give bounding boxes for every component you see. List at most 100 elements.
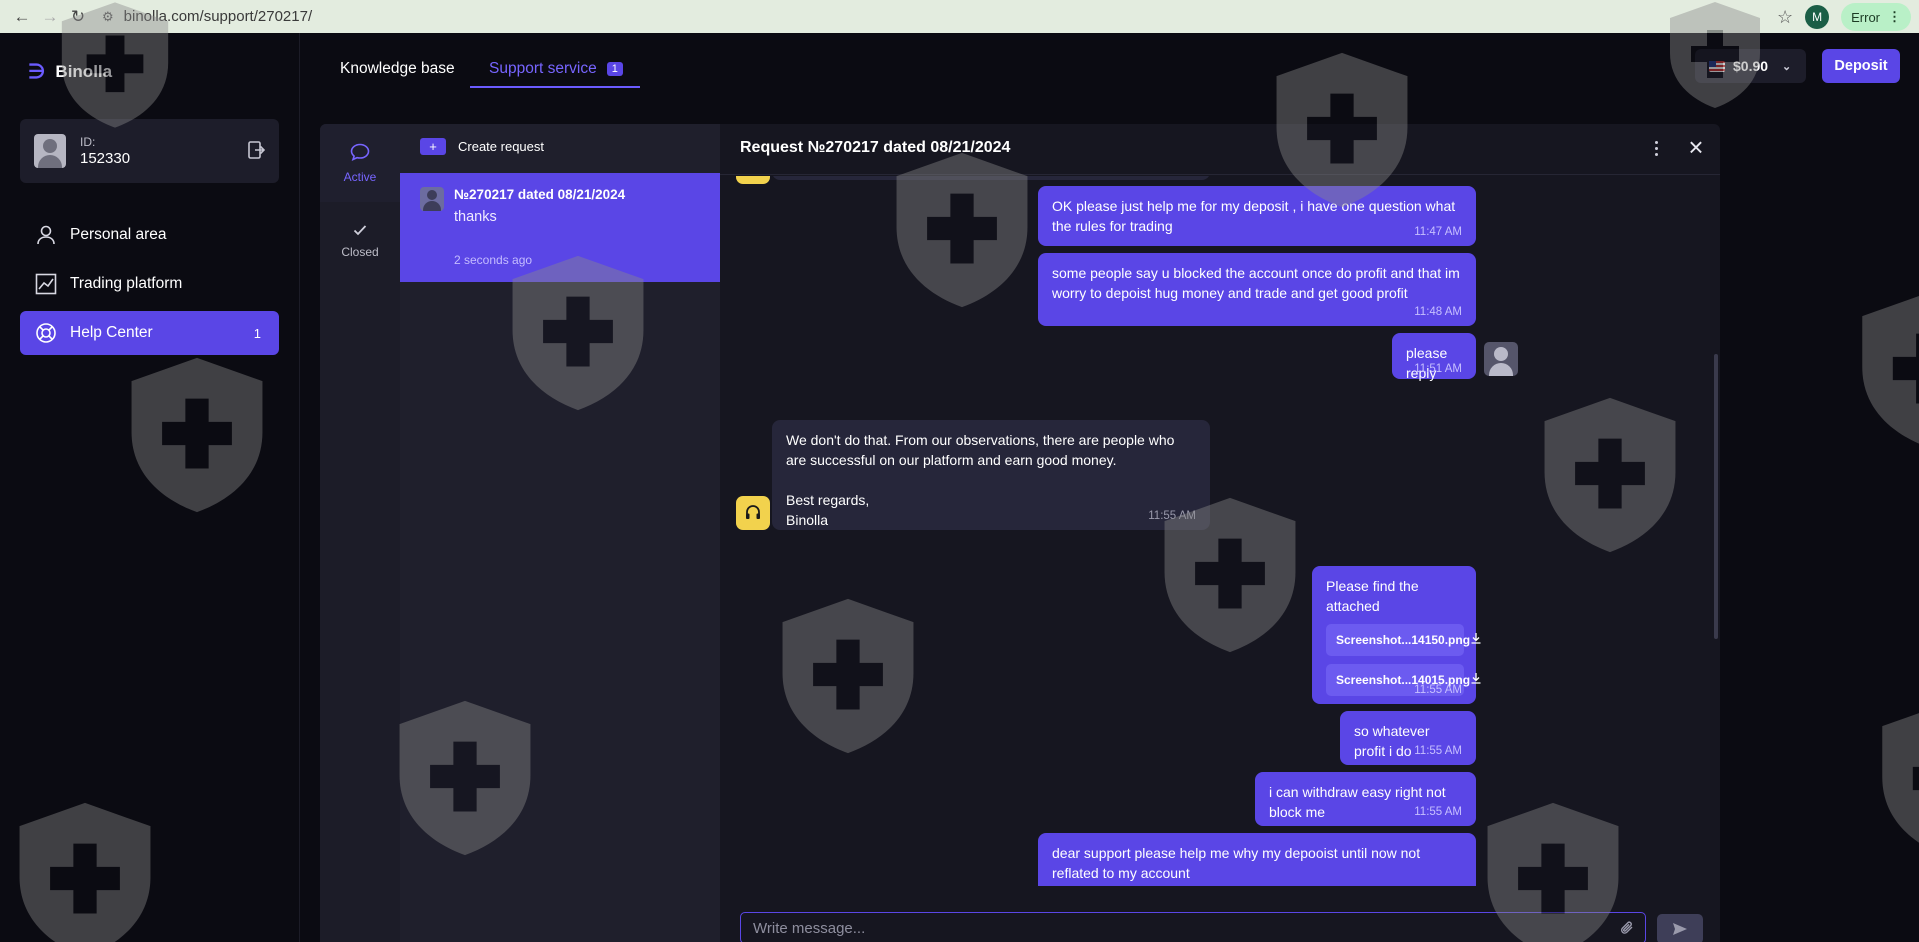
create-request-button[interactable]: + Create request [420,138,544,155]
headset-icon [746,505,760,519]
tab-label: Support service [489,60,597,77]
back-arrow-icon[interactable]: ← [8,3,36,31]
balance-dropdown[interactable]: $0.90 ⌄ [1695,49,1806,83]
message-bubble: some people say u blocked the account on… [1038,253,1476,326]
message-time: 11:48 AM [1414,306,1462,318]
more-options-icon[interactable] [1646,138,1666,158]
sidebar-item-label: Help Center [70,324,153,341]
binolla-logo-icon: ∋ [28,61,46,83]
request-last-message: thanks [454,209,497,225]
sidebar-item-label: Personal area [70,226,167,243]
message-bubble: please reply 11:51 AM [1392,333,1476,381]
top-nav: Knowledge base Support service 1 $0.90 ⌄… [300,33,1919,123]
browser-toolbar: ← → ↻ ⚙ binolla.com/support/270217/ ☆ M … [0,0,1919,33]
message-time: 11:55 AM [1414,684,1462,696]
attachment-name: Screenshot...14150.png [1336,633,1471,647]
message-text: OK please just help me for my deposit , … [1052,198,1456,234]
message-text: dear support please help me why my depoo… [1052,845,1421,881]
error-label: Error [1851,9,1880,25]
sidebar-item-help-center[interactable]: Help Center 1 [20,311,279,355]
us-flag-icon [1709,60,1725,72]
error-pill[interactable]: Error ⋮ [1841,3,1911,31]
create-request-label: Create request [458,139,544,154]
address-bar[interactable]: ⚙ binolla.com/support/270217/ [102,8,312,25]
watermark-shield-icon [1862,296,1919,444]
tab-badge: 1 [606,62,623,76]
message-bubble: We don't do that. From our observations,… [772,420,1210,530]
tab-knowledge-base[interactable]: Knowledge base [340,60,455,78]
user-card: ID: 152330 [20,119,279,183]
help-center-badge: 1 [253,325,261,341]
support-panel: Active Closed + Create request №270217 d… [320,124,1720,942]
list-item[interactable]: №270217 dated 08/21/2024 thanks 2 second… [400,173,720,282]
sidebar-item-label: Trading platform [70,275,183,292]
message-input[interactable] [753,919,1613,937]
user-icon [34,223,58,247]
message-input-wrapper [740,912,1646,942]
message-bubble [772,176,1210,180]
request-title: №270217 dated 08/21/2024 [454,187,626,202]
tab-closed[interactable]: Closed [320,202,400,280]
sidebar: ∋ Binolla ID: 152330 Personal area Tradi… [0,33,300,942]
url-text[interactable]: binolla.com/support/270217/ [124,8,312,25]
status-column: Active Closed [320,124,400,942]
message-bubble: so whatever profit i do 11:55 AM [1340,711,1476,765]
check-icon [353,224,367,239]
tab-active[interactable]: Active [320,124,400,202]
attachment-file[interactable]: Screenshot...14150.png [1326,624,1481,656]
deposit-button[interactable]: Deposit [1822,49,1900,83]
chat-scrollbar[interactable] [1714,354,1718,639]
request-time: 2 seconds ago [454,253,533,267]
status-tab-label: Active [343,169,377,184]
status-tab-label: Closed [341,244,379,259]
message-time: 11:55 AM [1414,806,1462,818]
bookmark-star-icon[interactable]: ☆ [1777,7,1793,28]
chart-icon [34,272,58,296]
send-icon [1673,923,1687,935]
sidebar-menu: Personal area Trading platform Help Cent… [20,213,279,360]
paperclip-icon[interactable] [1619,919,1635,942]
more-vert-icon[interactable]: ⋮ [1888,9,1901,25]
message-time: 11:55 AM [1148,510,1196,522]
tab-support-service[interactable]: Support service 1 [489,60,623,78]
sidebar-item-trading-platform[interactable]: Trading platform [20,262,279,306]
message-bubble: dear support please help me why my depoo… [1038,833,1476,886]
avatar [420,187,444,211]
message-text: some people say u blocked the account on… [1052,265,1460,301]
chat-bubble-icon [350,143,370,164]
close-icon[interactable]: × [1684,134,1708,160]
logo-text: Binolla [55,61,113,81]
download-icon[interactable] [1470,670,1482,690]
support-avatar [736,176,770,184]
reload-icon[interactable]: ↻ [64,3,92,31]
logout-icon[interactable] [247,140,266,160]
forward-arrow-icon[interactable]: → [36,3,64,31]
balance-value: $0.90 [1733,58,1769,74]
sidebar-item-personal-area[interactable]: Personal area [20,213,279,257]
message-time: 11:47 AM [1414,226,1462,238]
profile-avatar[interactable]: M [1805,5,1830,29]
logo[interactable]: ∋ Binolla [28,59,112,84]
user-avatar [1484,342,1518,376]
watermark-shield-icon [1882,713,1919,843]
message-bubble: Please find the attached Screenshot...14… [1312,566,1481,704]
chat-area: Request №270217 dated 08/21/2024 × OK pl… [720,124,1720,942]
chat-header: Request №270217 dated 08/21/2024 × [720,124,1720,175]
message-time: 11:55 AM [1414,745,1462,757]
request-list: + Create request №270217 dated 08/21/202… [400,124,720,942]
chevron-down-icon: ⌄ [1782,60,1792,73]
chat-title: Request №270217 dated 08/21/2024 [740,139,1011,156]
user-id-label: ID: [80,135,96,149]
support-avatar [736,496,770,530]
message-text: Please find the attached [1326,578,1419,614]
message-bubble: OK please just help me for my deposit , … [1038,186,1476,246]
user-id: 152330 [80,150,131,167]
message-signature: Binolla [786,512,829,528]
download-icon[interactable] [1470,630,1482,650]
message-signoff: Best regards, [786,492,870,508]
plus-icon: + [420,138,446,155]
site-settings-icon[interactable]: ⚙ [102,9,114,25]
user-avatar [34,134,66,168]
send-button[interactable] [1657,914,1703,942]
message-list[interactable]: OK please just help me for my deposit , … [720,176,1720,886]
